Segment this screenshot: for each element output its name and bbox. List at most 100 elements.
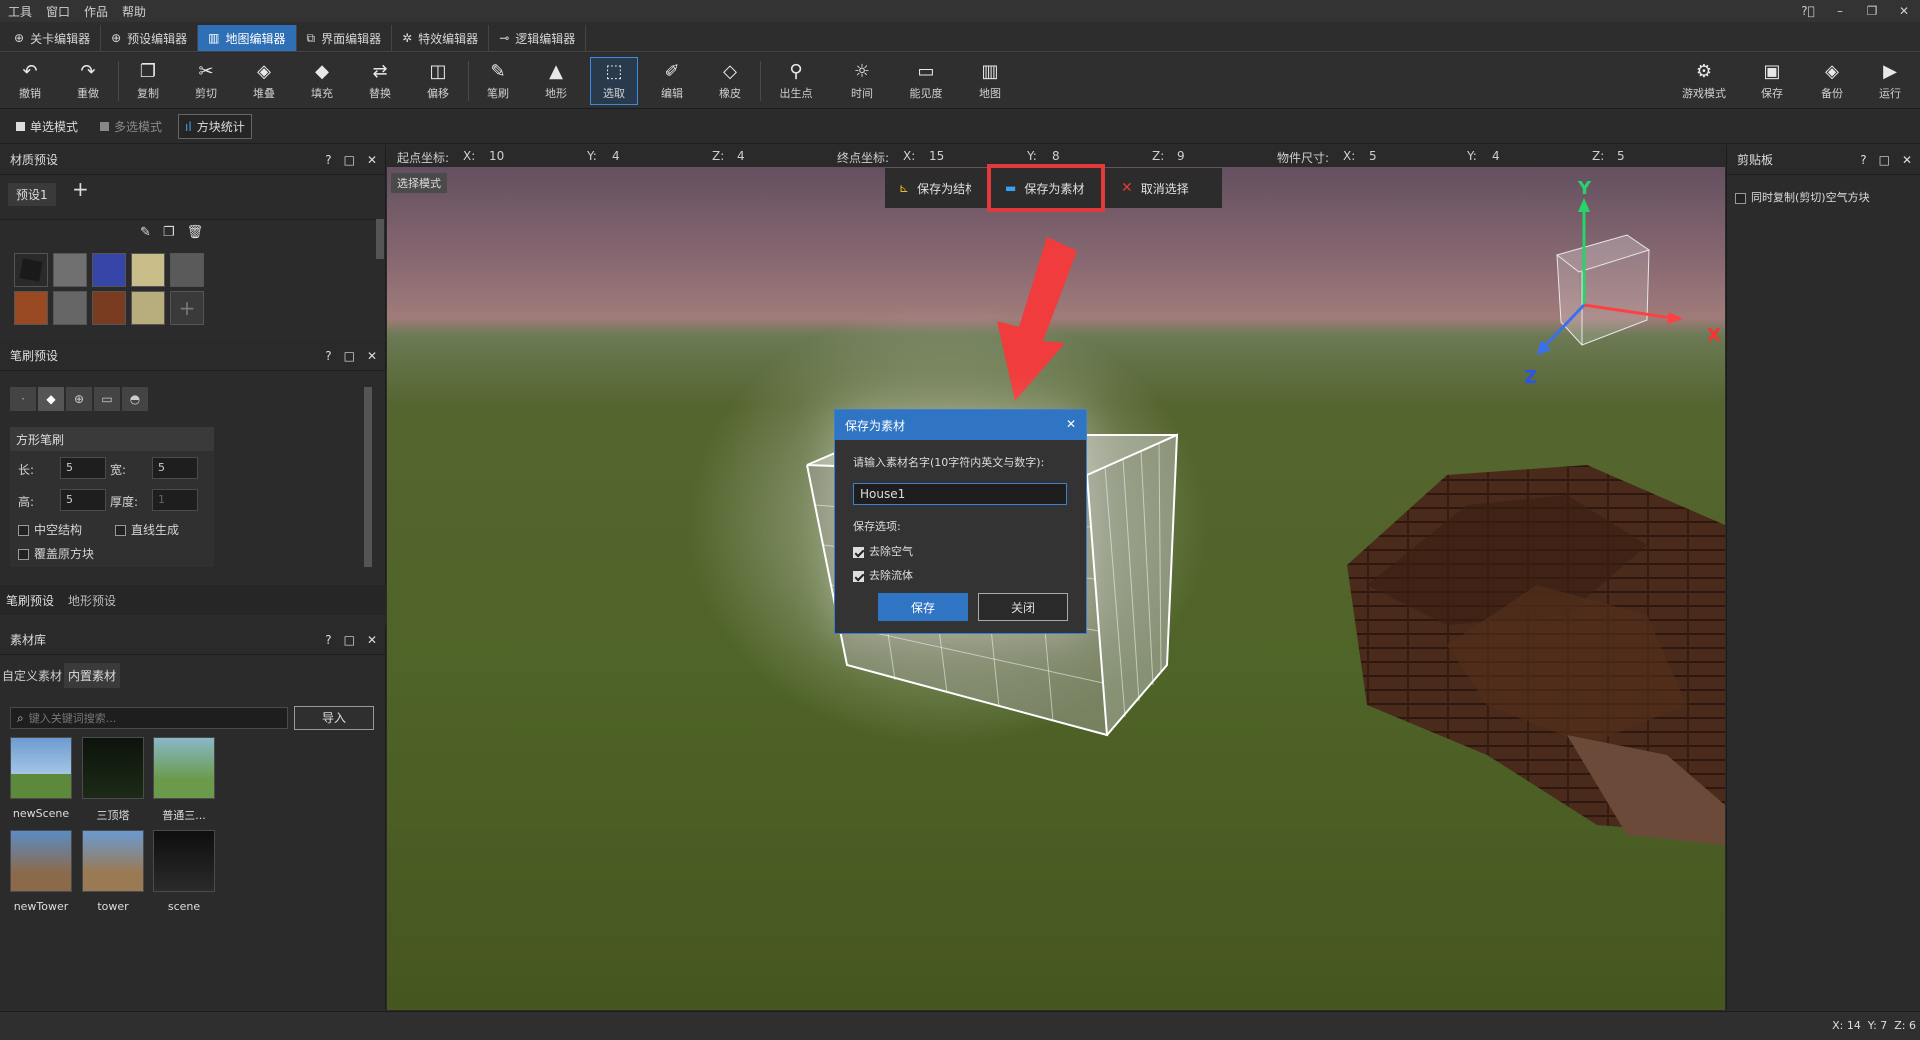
multi-select-mode-button[interactable]: 多选模式 (94, 115, 168, 138)
tab-logic-editor[interactable]: ⊸ 逻辑编辑器 (489, 25, 587, 51)
dialog-save-button[interactable]: 保存 (878, 593, 968, 621)
asset-thumbnail[interactable] (82, 737, 144, 799)
tab-level-editor[interactable]: ⊕ 关卡编辑器 (4, 25, 102, 51)
close-window-button[interactable]: ✕ (1888, 4, 1920, 18)
scrollbar[interactable] (376, 219, 384, 259)
dome-brush-icon[interactable]: ◓ (122, 387, 148, 411)
asset-thumbnail[interactable] (153, 830, 215, 892)
spawn-button[interactable]: ⚲ 出生点 (772, 57, 820, 105)
checkbox[interactable] (18, 525, 29, 536)
dot-brush-icon[interactable]: · (10, 387, 36, 411)
cube-brush-icon[interactable]: ◆ (38, 387, 64, 411)
block-stats-button[interactable]: ıl 方块统计 (178, 114, 252, 139)
asset-thumbnail[interactable] (153, 737, 215, 799)
checkbox[interactable] (853, 546, 864, 558)
fill-button[interactable]: ◆ 填充 (298, 57, 346, 105)
tab-preset-editor[interactable]: ⊕ 预设编辑器 (101, 25, 199, 51)
float-icon[interactable]: □ (344, 633, 355, 647)
cancel-selection-button[interactable]: ✕ 取消选择 (1107, 168, 1203, 208)
float-icon[interactable]: □ (344, 153, 355, 167)
tab-custom-material[interactable]: 自定义素材 (0, 663, 64, 688)
material-swatch[interactable] (92, 291, 126, 325)
axis-gizmo[interactable] (1527, 180, 1707, 380)
copy-button[interactable]: ❐ 复制 (124, 57, 172, 105)
undo-button[interactable]: ↶ 撤销 (6, 57, 54, 105)
close-icon[interactable]: ✕ (367, 153, 377, 167)
sphere-brush-icon[interactable]: ⊕ (66, 387, 92, 411)
run-button[interactable]: ▶ 运行 (1866, 57, 1914, 105)
close-icon[interactable]: ✕ (367, 633, 377, 647)
checkbox[interactable] (853, 570, 864, 582)
tab-brush-preset[interactable]: 笔刷预设 (0, 592, 60, 609)
single-select-mode-button[interactable]: 单选模式 (10, 115, 84, 138)
cylinder-brush-icon[interactable]: ▭ (94, 387, 120, 411)
menu-tools[interactable]: 工具 (8, 3, 32, 20)
visibility-button[interactable]: ▭ 能见度 (902, 57, 950, 105)
minimize-button[interactable]: – (1824, 4, 1856, 18)
material-swatch[interactable] (131, 253, 165, 287)
replace-button[interactable]: ⇄ 替换 (356, 57, 404, 105)
asset-thumbnail[interactable] (10, 830, 72, 892)
float-icon[interactable]: □ (1879, 153, 1890, 167)
time-button[interactable]: ☼ 时间 (838, 57, 886, 105)
backup-button[interactable]: ◈ 备份 (1808, 57, 1856, 105)
overwrite-checkbox[interactable]: 覆盖原方块 (18, 545, 94, 562)
checkbox[interactable] (18, 549, 29, 560)
search-input[interactable]: ⌕ 键入关键词搜索... (10, 707, 288, 729)
help-icon[interactable]: ? (1860, 153, 1866, 167)
save-as-material-button[interactable]: ▬ 保存为素材 (987, 164, 1105, 212)
tab-effect-editor[interactable]: ✲ 特效编辑器 (392, 25, 490, 51)
help-icon[interactable]: ? (325, 633, 331, 647)
brush-button[interactable]: ✎ 笔刷 (474, 57, 522, 105)
hollow-checkbox[interactable]: 中空结构 (18, 521, 82, 538)
close-icon[interactable]: ✕ (1902, 153, 1912, 167)
trash-icon[interactable]: 🗑 (187, 225, 204, 240)
add-preset-button[interactable]: + (72, 177, 89, 201)
tab-terrain-preset[interactable]: 地形预设 (62, 592, 122, 609)
float-icon[interactable]: □ (344, 349, 355, 363)
scrollbar[interactable] (364, 387, 372, 567)
remove-air-checkbox[interactable]: 去除空气 (853, 543, 913, 559)
copy-icon[interactable]: ❐ (163, 225, 175, 240)
save-button[interactable]: ▣ 保存 (1748, 57, 1796, 105)
preset-tab[interactable]: 预设1 (8, 183, 56, 206)
dialog-close-button[interactable]: 关闭 (978, 593, 1068, 621)
edit-button[interactable]: ✐ 编辑 (648, 57, 696, 105)
material-swatch[interactable] (131, 291, 165, 325)
menu-works[interactable]: 作品 (84, 3, 108, 20)
help-icon[interactable]: ? (325, 349, 331, 363)
terrain-button[interactable]: ▲ 地形 (532, 57, 580, 105)
tab-ui-editor[interactable]: ⧉ 界面编辑器 (297, 25, 393, 51)
height-input[interactable]: 5 (60, 489, 106, 511)
thickness-input[interactable]: 1 (152, 489, 198, 511)
eraser-button[interactable]: ◇ 橡皮 (706, 57, 754, 105)
offset-button[interactable]: ◫ 偏移 (414, 57, 462, 105)
tab-builtin-material[interactable]: 内置素材 (64, 663, 121, 688)
redo-button[interactable]: ↷ 重做 (64, 57, 112, 105)
game-mode-button[interactable]: ⚙ 游戏模式 (1678, 57, 1730, 105)
import-button[interactable]: 导入 (294, 706, 374, 730)
restore-button[interactable]: ❐ (1856, 4, 1888, 18)
material-swatch[interactable] (53, 253, 87, 287)
material-swatch[interactable] (14, 291, 48, 325)
material-name-input[interactable]: House1 (853, 483, 1067, 505)
help-icon[interactable]: ?⃝ (1792, 4, 1824, 18)
select-button[interactable]: ⬚ 选取 (590, 57, 638, 105)
asset-thumbnail[interactable] (10, 737, 72, 799)
asset-thumbnail[interactable] (82, 830, 144, 892)
close-icon[interactable]: ✕ (1066, 417, 1076, 431)
checkbox[interactable] (1735, 192, 1746, 204)
material-swatch[interactable] (92, 253, 126, 287)
material-swatch[interactable] (53, 291, 87, 325)
dropper-icon[interactable]: ✎ (140, 225, 151, 240)
menu-help[interactable]: 帮助 (122, 3, 146, 20)
length-input[interactable]: 5 (60, 457, 106, 479)
map-button[interactable]: ▥ 地图 (966, 57, 1014, 105)
save-as-structure-button[interactable]: ⊾ 保存为结构 (885, 168, 985, 208)
material-swatch[interactable] (170, 253, 204, 287)
tab-map-editor[interactable]: ▥ 地图编辑器 (198, 25, 297, 51)
add-material-button[interactable]: + (170, 291, 204, 325)
material-swatch[interactable] (14, 253, 48, 287)
menu-window[interactable]: 窗口 (46, 3, 70, 20)
checkbox[interactable] (115, 525, 126, 536)
